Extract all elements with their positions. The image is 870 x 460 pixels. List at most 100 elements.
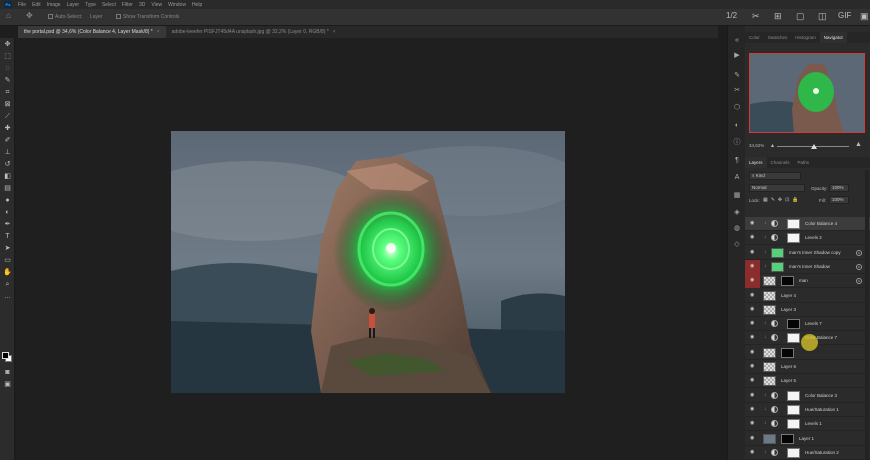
zoom-slider-handle[interactable] <box>811 144 817 149</box>
layer-mask-thumbnail[interactable] <box>781 433 794 444</box>
layer-thumbnail[interactable] <box>763 362 776 372</box>
layer-mask-thumbnail[interactable] <box>787 419 800 430</box>
layer-row[interactable]: ◉ ↓ Levels 1 <box>745 417 870 432</box>
layer-thumbnail[interactable] <box>763 347 776 358</box>
layer-name[interactable]: Layer 4 <box>781 293 796 298</box>
layer-visibility-toggle[interactable]: ◉ <box>745 259 760 274</box>
layer-row[interactable]: ◉ ↓ man's Inner Shadow fx <box>745 259 870 274</box>
layer-row[interactable]: ◉ man fx <box>745 274 870 289</box>
layer-thumbnail[interactable] <box>763 276 776 287</box>
layer-name[interactable]: Levels 2 <box>805 235 822 240</box>
layer-row[interactable]: ◉ Layer 1 <box>745 431 870 446</box>
layer-mask-thumbnail[interactable] <box>787 333 800 344</box>
shape-icon[interactable]: ▭ <box>2 256 13 265</box>
layer-visibility-toggle[interactable]: ◉ <box>745 231 760 245</box>
layer-thumbnail[interactable] <box>771 247 784 258</box>
layer-name[interactable]: Color Balance 3 <box>805 393 837 398</box>
history-brush-icon[interactable]: ↺ <box>2 160 13 169</box>
layer-name[interactable]: man's Inner Shadow <box>789 264 830 269</box>
close-icon[interactable]: × <box>157 29 160 35</box>
layer-row[interactable]: ◉ ↓ man's Inner Shadow copy fx <box>745 245 870 260</box>
gif-button[interactable]: GIF <box>838 11 851 20</box>
layer-name[interactable]: Layer 5 <box>781 378 796 383</box>
layer-effects-icon[interactable]: fx <box>856 263 862 270</box>
tab-paths[interactable]: Paths <box>794 157 814 168</box>
menu-layer[interactable]: Layer <box>67 2 80 8</box>
menu-3d[interactable]: 3D <box>139 2 145 8</box>
layer-visibility-toggle[interactable]: ◉ <box>745 246 760 260</box>
layer-mask-thumbnail[interactable] <box>787 233 800 244</box>
auto-select-dropdown[interactable]: Layer <box>90 14 103 20</box>
brush-preset-icon[interactable]: ✎ <box>732 71 742 80</box>
menu-window[interactable]: Window <box>168 2 186 8</box>
type-icon[interactable]: T <box>2 232 13 241</box>
path-select-icon[interactable]: ➤ <box>2 244 13 253</box>
tab-navigator[interactable]: Navigator <box>819 32 848 43</box>
show-transform-checkbox[interactable] <box>116 14 121 20</box>
frame-select-icon[interactable]: ▢ <box>796 11 805 22</box>
layer-thumbnail[interactable] <box>763 376 776 387</box>
move-icon[interactable]: ✥ <box>2 40 13 49</box>
marquee-icon[interactable]: ⬚ <box>2 52 13 61</box>
layer-thumbnail[interactable] <box>771 261 784 272</box>
quick-select-icon[interactable]: ✎ <box>2 76 13 85</box>
layer-name[interactable]: man's Inner Shadow copy <box>789 250 841 255</box>
layers-panel-icon[interactable]: ◈ <box>732 208 742 217</box>
frame-icon[interactable]: ⊠ <box>2 100 13 109</box>
layer-name[interactable]: Levels 7 <box>805 321 822 326</box>
layer-mask-thumbnail[interactable] <box>787 390 800 401</box>
layer-visibility-toggle[interactable]: ◉ <box>745 389 760 403</box>
menu-file[interactable]: File <box>18 2 26 8</box>
scissors-icon[interactable]: ✂ <box>752 11 760 22</box>
menu-image[interactable]: Image <box>47 2 61 8</box>
menu-select[interactable]: Select <box>102 2 116 8</box>
dodge-icon[interactable]: ◐ <box>2 208 13 217</box>
canvas-workspace[interactable] <box>16 38 719 460</box>
library-icon[interactable]: ▦ <box>732 191 742 200</box>
layer-mask-thumbnail[interactable] <box>781 347 794 358</box>
mask-icon[interactable]: ◫ <box>818 11 827 22</box>
layer-row[interactable]: ◉ Layer 3 <box>745 302 870 317</box>
healing-icon[interactable]: ✚ <box>2 124 13 133</box>
brush-icon[interactable]: ✐ <box>2 136 13 145</box>
layer-name[interactable]: Layer 6 <box>781 364 796 369</box>
screen-mode-icon[interactable]: ▣ <box>2 380 13 389</box>
menu-view[interactable]: View <box>151 2 162 8</box>
layers-scrollbar[interactable] <box>865 170 869 460</box>
home-icon[interactable]: ⌂ <box>6 11 11 20</box>
layer-mask-thumbnail[interactable] <box>781 276 794 287</box>
lock-icons[interactable]: ▦✎✥⊡🔒 <box>763 197 802 203</box>
layer-name[interactable]: Layer 3 <box>781 307 796 312</box>
blend-mode-select[interactable]: Normal <box>749 184 805 192</box>
layer-mask-thumbnail[interactable] <box>787 219 800 229</box>
3d-icon[interactable]: ⬡ <box>732 103 742 112</box>
layer-filter-kind[interactable]: ⌕ Kind <box>749 172 801 180</box>
foreground-color-swatch[interactable] <box>2 352 9 359</box>
eraser-icon[interactable]: ◧ <box>2 172 13 181</box>
channels-icon[interactable]: ◍ <box>732 224 742 233</box>
fill-input[interactable]: 100% <box>829 196 849 204</box>
collapse-icon[interactable]: « <box>732 36 742 45</box>
stamp-icon[interactable]: ⊥ <box>2 148 13 157</box>
layer-row[interactable]: ◉ ↓ Color Balance 4 <box>745 217 870 231</box>
layer-name[interactable]: Layer 1 <box>799 436 814 441</box>
layer-effects-icon[interactable]: fx <box>856 278 862 285</box>
layer-visibility-toggle[interactable]: ◉ <box>745 331 760 345</box>
layer-mask-thumbnail[interactable] <box>787 447 800 458</box>
zoom-out-icon[interactable]: ▴ <box>771 142 774 149</box>
blur-icon[interactable]: ● <box>2 196 13 205</box>
tab-color[interactable]: Color <box>745 32 764 43</box>
transform-icon[interactable]: ⊞ <box>774 11 782 22</box>
layer-visibility-toggle[interactable]: ◉ <box>745 374 760 388</box>
pen-icon[interactable]: ✒ <box>2 220 13 229</box>
layer-row[interactable]: ◉ Layer 5 <box>745 374 870 389</box>
layer-visibility-toggle[interactable]: ◉ <box>745 289 760 303</box>
layer-mask-thumbnail[interactable] <box>787 319 800 330</box>
layer-visibility-toggle[interactable]: ◉ <box>745 417 760 431</box>
layer-visibility-toggle[interactable]: ◉ <box>745 346 760 360</box>
layer-row[interactable]: ◉ ↓ Color Balance 3 <box>745 388 870 403</box>
play-icon[interactable]: ▶ <box>732 51 742 60</box>
menu-edit[interactable]: Edit <box>32 2 41 8</box>
lasso-icon[interactable]: ◌ <box>2 64 13 73</box>
layer-visibility-toggle[interactable]: ◉ <box>745 432 760 446</box>
